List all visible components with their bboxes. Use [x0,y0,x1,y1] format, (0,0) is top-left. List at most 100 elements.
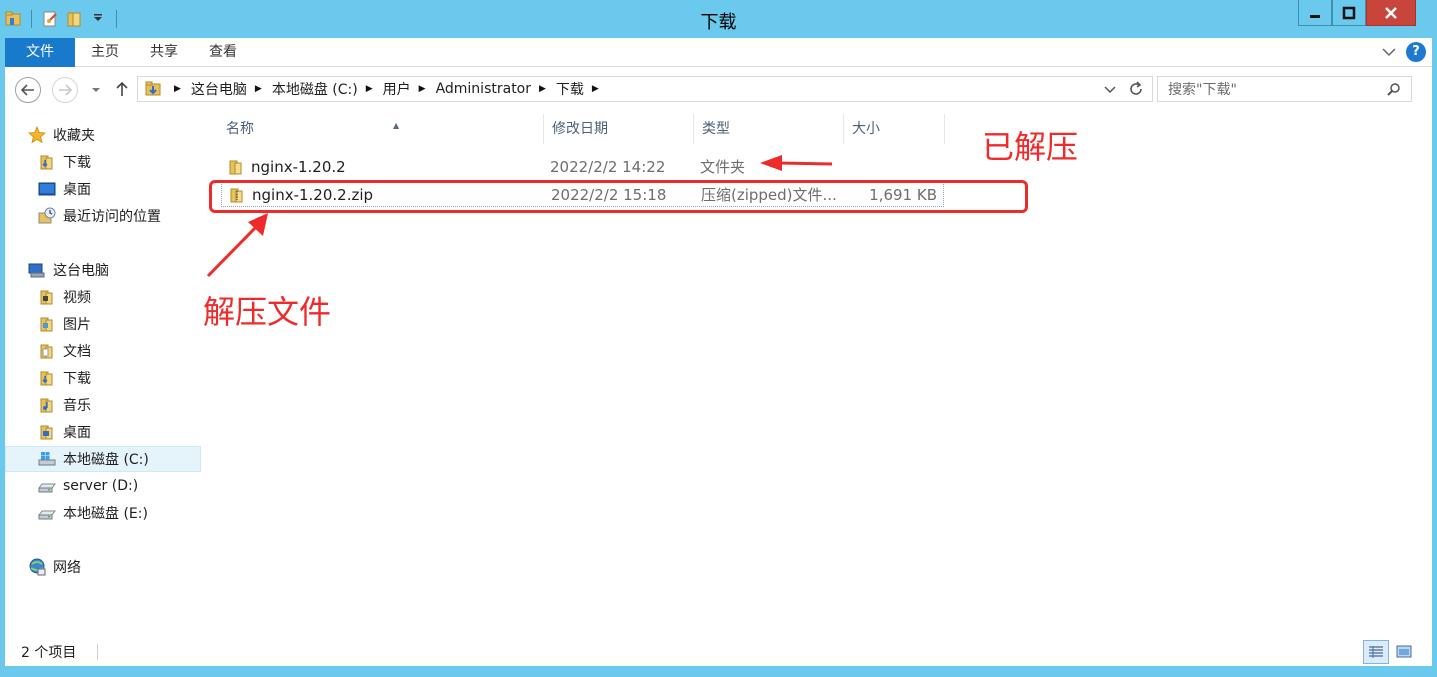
system-drive-icon [38,450,56,468]
music-folder-icon [38,396,56,414]
recent-places-icon [38,207,56,225]
forward-button[interactable] [52,77,78,103]
arrow-left-icon [21,84,34,96]
title-bar[interactable]: 下载 [0,0,1437,38]
breadcrumb-separator-icon[interactable]: ▶ [174,84,181,94]
breadcrumb-administrator[interactable]: Administrator ▶ [436,81,556,97]
downloads-folder-icon [38,153,56,171]
sidebar-favorites-label: 收藏夹 [53,128,95,144]
sidebar-item-local-disk-c[interactable]: 本地磁盘 (C:) [5,446,201,472]
tab-home[interactable]: 主页 [77,38,133,67]
sidebar-favorites[interactable]: 收藏夹 [5,122,201,148]
breadcrumb-downloads[interactable]: 下载 ▶ [556,79,609,99]
network-icon [28,558,46,576]
tab-file[interactable]: 文件 [5,38,75,67]
details-view-button[interactable] [1363,640,1389,664]
breadcrumb-local-disk-c[interactable]: 本地磁盘 (C:) ▶ [272,79,383,99]
search-icon[interactable] [1387,82,1401,96]
file-row-nginx-folder[interactable]: nginx-1.20.2 2022/2/2 14:22 文件夹 [221,154,944,180]
sidebar-item-desktop[interactable]: 桌面 [5,176,201,202]
videos-folder-icon [38,288,56,306]
sidebar-item-downloads[interactable]: 下载 [5,149,201,175]
recent-locations-chevron-icon[interactable] [91,87,101,93]
sidebar-item-label: 音乐 [63,398,91,414]
breadcrumb-separator-icon[interactable]: ▶ [539,84,546,94]
file-name: nginx-1.20.2 [251,158,346,176]
sidebar-item-label: 桌面 [63,182,91,198]
sidebar-item-label: 下载 [63,155,91,171]
sidebar-item-downloads-pc[interactable]: 下载 [5,365,201,391]
breadcrumb-separator-icon[interactable]: ▶ [255,84,262,94]
back-button[interactable] [15,77,41,103]
tab-share[interactable]: 共享 [136,38,192,67]
drive-icon [38,477,56,495]
sidebar-item-documents[interactable]: 文档 [5,338,201,364]
drive-icon [38,504,56,522]
tab-view[interactable]: 查看 [195,38,251,67]
arrow-right-icon [59,84,72,96]
annotation-extract-file: 解压文件 [203,293,332,331]
sidebar-item-label: 视频 [63,290,91,306]
sidebar-this-pc[interactable]: 这台电脑 [5,257,201,283]
column-header-date-modified[interactable]: 修改日期 [544,114,694,144]
desktop-icon [38,180,56,198]
sidebar-item-label: 本地磁盘 (E:) [63,506,148,522]
expand-ribbon-chevron-icon[interactable] [1382,47,1396,57]
breadcrumb-this-pc[interactable]: 这台电脑 ▶ [191,79,272,99]
status-bar: 2 个项目 [5,638,1432,666]
folder-icon [227,158,245,176]
breadcrumb-separator-icon[interactable]: ▶ [419,84,426,94]
sidebar-this-pc-label: 这台电脑 [53,263,109,279]
details-view-icon [1369,646,1383,658]
downloads-folder-icon [38,369,56,387]
sidebar-item-videos[interactable]: 视频 [5,284,201,310]
window-controls [1298,0,1416,28]
sidebar-item-recent-places[interactable]: 最近访问的位置 [5,203,201,229]
address-bar[interactable]: ▶ 这台电脑 ▶ 本地磁盘 (C:) ▶ 用户 ▶ Administrator ▶ 下载… [137,76,1153,102]
sidebar-item-label: 最近访问的位置 [63,209,161,225]
column-header-name[interactable]: ▲ 名称 [218,114,544,144]
sidebar-network-label: 网络 [53,560,81,576]
sidebar-item-label: 本地磁盘 (C:) [63,452,149,468]
column-header-size[interactable]: 大小 [844,114,945,144]
sidebar-item-music[interactable]: 音乐 [5,392,201,418]
window-title: 下载 [700,12,737,33]
sidebar-item-desktop-pc[interactable]: 桌面 [5,419,201,445]
zip-highlight-box [209,180,1028,213]
file-type: 文件夹 [700,158,746,176]
breadcrumb-separator-icon[interactable]: ▶ [366,84,373,94]
sidebar-item-label: 文档 [63,344,91,360]
minimize-button[interactable] [1298,0,1332,26]
star-icon [28,125,46,144]
ribbon-tab-bar: 文件 主页 共享 查看 ? [5,38,1432,67]
sidebar-item-server-d[interactable]: server (D:) [5,473,201,499]
sidebar-item-label: 下载 [63,371,91,387]
refresh-icon[interactable] [1128,81,1144,97]
large-icons-view-button[interactable] [1391,640,1417,664]
navigation-pane[interactable]: 收藏夹 下载 桌面 最近访问的位置 这台电脑 视频 图片 文档 下载 音乐 桌面… [5,111,203,638]
annotation-extracted: 已解压 [982,128,1079,166]
pictures-folder-icon [38,315,56,333]
maximize-button[interactable] [1332,0,1366,26]
help-button[interactable]: ? [1406,42,1426,62]
status-separator [97,644,98,660]
computer-icon [28,261,46,279]
search-input-placeholder: 搜索"下载" [1168,82,1237,98]
breadcrumb-separator-icon[interactable]: ▶ [592,84,599,94]
column-header-type[interactable]: 类型 [694,114,844,144]
address-history-chevron-icon[interactable] [1104,86,1116,94]
sidebar-item-pictures[interactable]: 图片 [5,311,201,337]
background-window-edge [0,666,1437,677]
sidebar-item-label: 图片 [63,317,91,333]
navigation-bar: ▶ 这台电脑 ▶ 本地磁盘 (C:) ▶ 用户 ▶ Administrator ▶ 下载… [5,67,1432,111]
up-arrow-icon[interactable] [115,81,129,97]
ribbon-right-controls: ? [1382,42,1426,62]
breadcrumb-users[interactable]: 用户 ▶ [383,79,436,99]
maximize-icon [1342,6,1356,19]
sidebar-item-local-disk-e[interactable]: 本地磁盘 (E:) [5,500,201,526]
close-button[interactable] [1366,0,1416,26]
sidebar-network[interactable]: 网络 [5,554,201,580]
documents-folder-icon [38,342,56,360]
sidebar-item-label: 桌面 [63,425,91,441]
search-box[interactable]: 搜索"下载" [1157,76,1412,102]
